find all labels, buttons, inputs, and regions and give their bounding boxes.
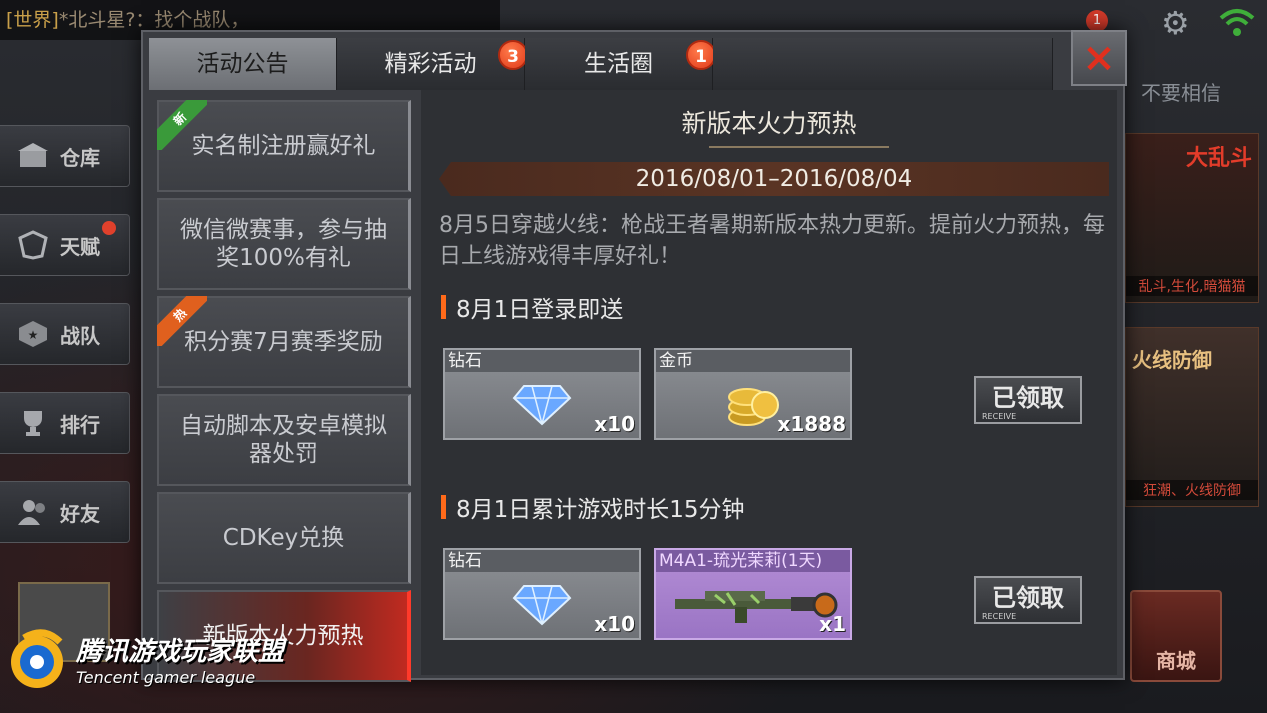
- tab-bar-filler: [713, 38, 1053, 90]
- friends-button[interactable]: 好友: [0, 481, 130, 543]
- event-item-label: 积分赛7月赛季奖励: [184, 329, 383, 355]
- warehouse-label: 仓库: [60, 145, 100, 170]
- event-date-range: 2016/08/01–2016/08/04: [439, 162, 1109, 196]
- received-sub: RECEIVE: [982, 612, 1017, 621]
- right-notice-text: 不要相信: [1141, 81, 1221, 105]
- brawl-mode-title: 大乱斗: [1185, 146, 1252, 171]
- hot-tag: 热: [157, 296, 207, 346]
- trophy-icon: [14, 406, 52, 440]
- event-item-real-name[interactable]: 新 实名制注册赢好礼: [157, 100, 411, 192]
- received-label: 已领取: [992, 384, 1064, 412]
- diamond-icon: [512, 385, 572, 426]
- brawl-mode-sub: 乱斗,生化,暗猫猫: [1126, 276, 1258, 296]
- chat-channel: [世界]: [6, 9, 59, 31]
- section-marker: [441, 495, 446, 519]
- friends-icon: [14, 495, 52, 529]
- received-button[interactable]: 已领取 RECEIVE: [974, 576, 1082, 624]
- rifle-icon: [675, 591, 838, 623]
- reward-label: 钻石: [445, 550, 639, 572]
- tab-life-circle[interactable]: 生活圈 1: [525, 38, 716, 90]
- reward-diamond[interactable]: 钻石 x10: [443, 548, 641, 640]
- event-item-label: 实名制注册赢好礼: [191, 133, 376, 159]
- tab-life-circle-badge: 1: [686, 40, 716, 70]
- reward-label: 金币: [656, 350, 850, 372]
- event-item-label: 微信微赛事，参与抽奖100%有礼: [180, 217, 387, 271]
- shop-label: 商城: [1156, 649, 1196, 673]
- event-item-penalty[interactable]: 自动脚本及安卓模拟器处罚: [157, 394, 411, 486]
- tencent-gamer-league-watermark: 腾讯游戏玩家联盟 Tencent gamer league: [4, 626, 284, 692]
- reward-qty: x10: [594, 412, 635, 436]
- lobby-left-menu: 仓库 天赋 ★ 战队 排行 好友: [0, 125, 130, 570]
- shop-button[interactable]: 商城: [1130, 590, 1222, 682]
- top-icons: ⚙: [1161, 6, 1257, 40]
- watermark-title: 腾讯游戏玩家联盟: [76, 637, 285, 667]
- tab-announcements-label: 活动公告: [196, 51, 289, 77]
- event-item-label: 自动脚本及安卓模拟器处罚: [180, 413, 387, 467]
- event-content: 新版本火力预热 2016/08/01–2016/08/04 8月5日穿越火线：枪…: [421, 90, 1117, 675]
- clan-icon: ★: [14, 317, 52, 351]
- diamond-icon: [512, 585, 572, 626]
- tab-life-circle-label: 生活圈: [584, 51, 653, 77]
- warehouse-icon: [14, 139, 52, 173]
- title-underline: [709, 146, 889, 148]
- talent-icon: [14, 228, 52, 262]
- dialog-tabs: 活动公告 精彩活动 3 生活圈 1: [149, 38, 1053, 90]
- talent-button[interactable]: 天赋: [0, 214, 130, 276]
- reward-qty: x1: [819, 612, 846, 636]
- defense-mode-title: 火线防御: [1132, 348, 1212, 372]
- reward-label: 钻石: [445, 350, 639, 372]
- brawl-mode-card[interactable]: 大乱斗 乱斗,生化,暗猫猫: [1125, 133, 1259, 303]
- reward-qty: x10: [594, 612, 635, 636]
- talent-notification-dot: [102, 221, 116, 235]
- wifi-icon: [1219, 9, 1255, 36]
- watermark-subtitle: Tencent gamer league: [76, 668, 256, 687]
- event-announcement-dialog: 活动公告 精彩活动 3 生活圈 1 × 新 实名制注册赢好礼 微信微赛事，参与抽…: [141, 30, 1127, 682]
- event-item-cdkey[interactable]: CDKey兑换: [157, 492, 411, 584]
- section-marker: [441, 295, 446, 319]
- received-label: 已领取: [992, 584, 1064, 612]
- reward-qty: x1888: [777, 412, 846, 436]
- event-item-label: CDKey兑换: [222, 525, 345, 551]
- event-title: 新版本火力预热: [681, 109, 857, 138]
- event-item-ranked-rewards[interactable]: 热 积分赛7月赛季奖励: [157, 296, 411, 388]
- tab-events[interactable]: 精彩活动 3: [337, 38, 528, 90]
- defense-mode-card[interactable]: 火线防御 狂潮、火线防御: [1125, 327, 1259, 507]
- reward-diamond[interactable]: 钻石 x10: [443, 348, 641, 440]
- tab-events-badge: 3: [498, 40, 528, 70]
- section-heading: 8月1日登录即送: [441, 290, 623, 324]
- reward-gold[interactable]: 金币 x1888: [654, 348, 852, 440]
- section-heading-text: 8月1日登录即送: [456, 297, 624, 323]
- received-sub: RECEIVE: [982, 412, 1017, 421]
- friends-label: 好友: [60, 501, 100, 526]
- event-list: 新 实名制注册赢好礼 微信微赛事，参与抽奖100%有礼 热 积分赛7月赛季奖励 …: [157, 100, 415, 688]
- tab-announcements[interactable]: 活动公告: [149, 38, 337, 90]
- section-heading: 8月1日累计游戏时长15分钟: [441, 490, 745, 524]
- ranking-button[interactable]: 排行: [0, 392, 130, 454]
- new-tag: 新: [157, 100, 207, 150]
- chat-message: *北斗星?：找个战队，: [58, 9, 250, 31]
- defense-mode-sub: 狂潮、火线防御: [1126, 480, 1258, 500]
- gold-coins-icon: [728, 388, 779, 426]
- event-description: 8月5日穿越火线：枪战王者暑期新版本热力更新。提前火力预热，每日上线游戏得丰厚好…: [439, 213, 1105, 269]
- reward-label: M4A1-琉光茉莉(1天): [656, 550, 850, 572]
- tab-events-label: 精彩活动: [384, 51, 477, 77]
- league-logo-icon: [11, 629, 63, 688]
- close-icon: ×: [1082, 35, 1116, 81]
- close-button[interactable]: ×: [1071, 30, 1127, 86]
- clan-button[interactable]: ★ 战队: [0, 303, 130, 365]
- ranking-label: 排行: [60, 412, 100, 437]
- mail-badge: 1: [1086, 10, 1108, 32]
- reward-weapon[interactable]: M4A1-琉光茉莉(1天) x1: [654, 548, 852, 640]
- warehouse-button[interactable]: 仓库: [0, 125, 130, 187]
- talent-label: 天赋: [60, 234, 100, 259]
- clan-label: 战队: [60, 323, 100, 348]
- event-item-wechat[interactable]: 微信微赛事，参与抽奖100%有礼: [157, 198, 411, 290]
- received-button[interactable]: 已领取 RECEIVE: [974, 376, 1082, 424]
- section-heading-text: 8月1日累计游戏时长15分钟: [456, 497, 745, 523]
- gear-icon[interactable]: ⚙: [1161, 6, 1195, 40]
- svg-text:★: ★: [28, 328, 39, 342]
